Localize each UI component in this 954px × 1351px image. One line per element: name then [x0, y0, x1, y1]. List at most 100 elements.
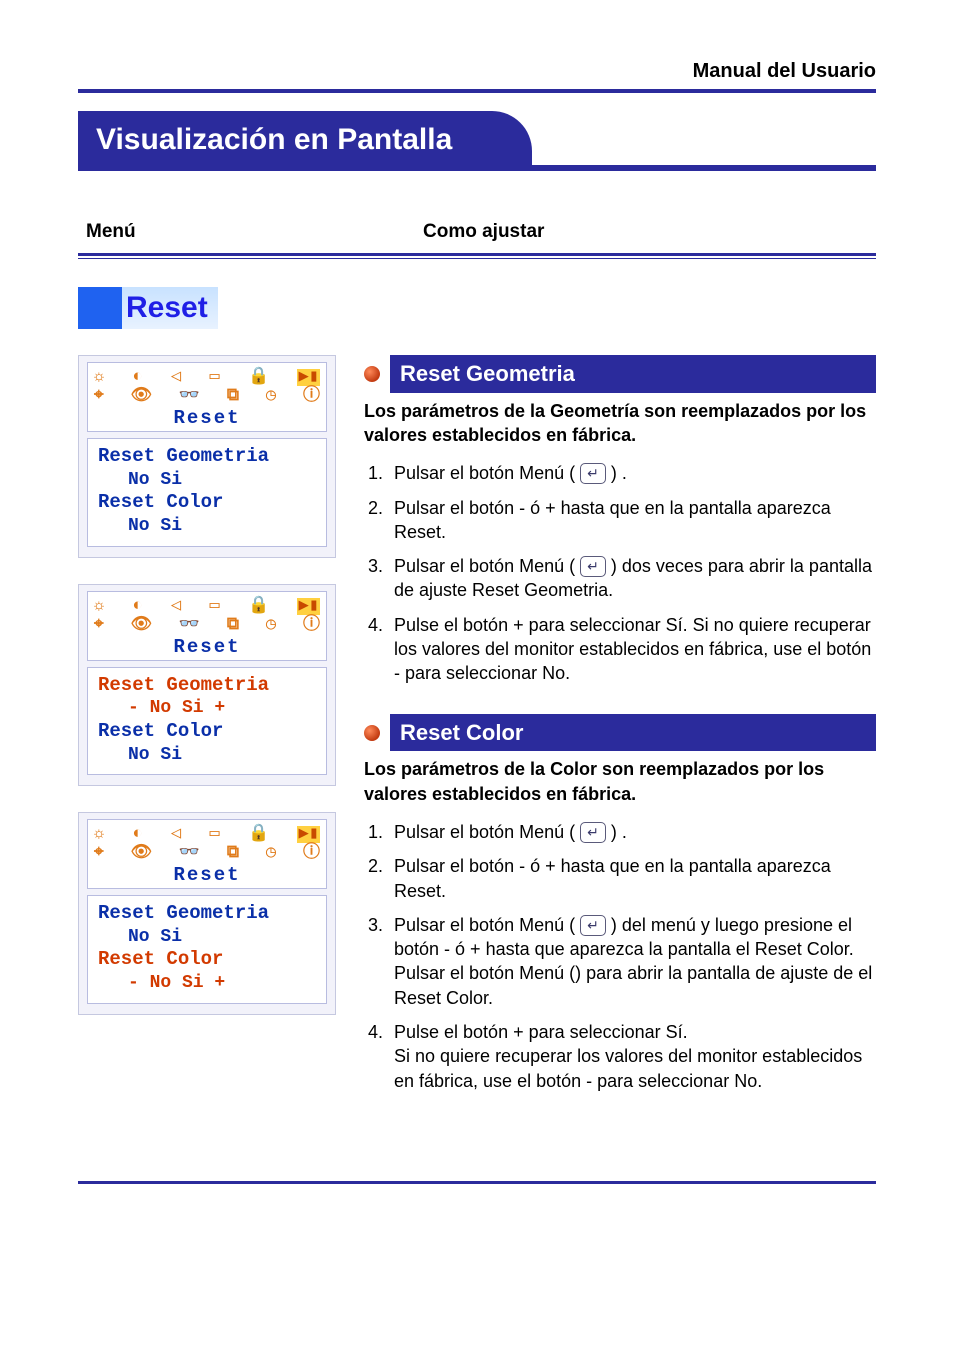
footer-rule [78, 1181, 876, 1184]
steps-list-1: 1.Pulsar el botón Menú ( ↵ ) . 2.Pulsar e… [364, 461, 876, 685]
lock-icon: 🔒 [248, 826, 269, 843]
left-column: ☼ ◐ ◁ ▭ 🔒 ▶▮ ⌖ 👁 👓 ⧉ ◷ ⓘ [78, 355, 336, 1121]
contrast-icon: ◐ [132, 369, 142, 386]
lead-text: Los parámetros de la Geometría son reemp… [364, 399, 876, 448]
osd-line-reset-color: Reset Color [98, 720, 316, 744]
osd-box-2: ☼ ◐ ◁ ▭ 🔒 ▶▮ ⌖ 👁 👓 ⧉ ◷ ⓘ [78, 584, 336, 787]
step-number: 3. [368, 554, 388, 603]
osd-opts-geometria: No Si [98, 469, 316, 492]
screen-icon: ▭ [210, 369, 220, 386]
osd-panel: Reset Geometria - No Si + Reset Color No… [87, 667, 327, 776]
info-icon: ⓘ [303, 845, 320, 862]
page: Manual del Usuario Visualización en Pant… [0, 0, 954, 1264]
step-item: 3.Pulsar el botón Menú ( ↵ ) del menú y … [368, 913, 876, 1010]
eye-icon: 👁 [130, 388, 152, 405]
screen-icon: ▭ [210, 826, 220, 843]
menu-button-icon: ↵ [580, 915, 606, 936]
osd-panel: Reset Geometria No Si Reset Color - No S… [87, 895, 327, 1004]
step-item: 4.Pulse el botón + para seleccionar Sí. … [368, 613, 876, 686]
section-label-square [78, 287, 122, 329]
step-number: 1. [368, 820, 388, 844]
osd-opts-color: - No Si + [98, 972, 316, 995]
osd-iconrow-2: ⌖ 👁 👓 ⧉ ◷ ⓘ [94, 388, 320, 405]
step-number: 3. [368, 913, 388, 1010]
col-header-right: Como ajustar [423, 221, 876, 243]
bullet-icon [364, 366, 380, 382]
osd-iconrow-1: ☼ ◐ ◁ ▭ 🔒 ▶▮ [94, 826, 320, 843]
hsize-icon: ◁ [171, 369, 181, 386]
screen-icon: ▭ [210, 598, 220, 615]
step-text: Pulse el botón + para seleccionar Sí. Si… [394, 1020, 876, 1093]
step-number: 4. [368, 613, 388, 686]
section-label-text: Reset [122, 287, 218, 329]
subhead-reset-color: Reset Color [364, 714, 876, 752]
header-rule-thin [78, 258, 876, 259]
osd-opts-geometria: No Si [98, 926, 316, 949]
contrast-icon: ◐ [132, 826, 142, 843]
page-icon: ⧉ [227, 388, 239, 405]
osd-opts-color: No Si [98, 744, 316, 767]
eye-icon: 👁 [130, 845, 152, 862]
subhead-title: Reset Geometria [390, 355, 876, 393]
brightness-icon: ☼ [94, 598, 104, 615]
info-icon: ⓘ [303, 617, 320, 634]
glasses-icon: 👓 [179, 845, 200, 862]
page-title: Visualización en Pantalla [78, 111, 532, 171]
step-text: Pulsar el botón Menú ( ↵ ) dos veces par… [394, 554, 876, 603]
osd-opts-color: No Si [98, 515, 316, 538]
title-tail [532, 165, 876, 171]
osd-line-reset-geometria: Reset Geometria [98, 674, 316, 698]
step-item: 3.Pulsar el botón Menú ( ↵ ) dos veces p… [368, 554, 876, 603]
lead-text: Los parámetros de la Color son reemplaza… [364, 757, 876, 806]
step-item: 2.Pulsar el botón - ó + hasta que en la … [368, 496, 876, 545]
header-rule [78, 89, 876, 93]
contrast-icon: ◐ [132, 598, 142, 615]
body-columns: ☼ ◐ ◁ ▭ 🔒 ▶▮ ⌖ 👁 👓 ⧉ ◷ ⓘ [78, 355, 876, 1121]
osd-iconrow-2: ⌖ 👁 👓 ⧉ ◷ ⓘ [94, 617, 320, 634]
highlight-icon: ▶▮ [297, 598, 319, 615]
osd-box-3: ☼ ◐ ◁ ▭ 🔒 ▶▮ ⌖ 👁 👓 ⧉ ◷ ⓘ [78, 812, 336, 1015]
osd-bar-title: Reset [94, 864, 320, 886]
step-item: 1.Pulsar el botón Menú ( ↵ ) . [368, 461, 876, 485]
step-item: 2.Pulsar el botón - ó + hasta que en la … [368, 854, 876, 903]
section-label: Reset [78, 287, 218, 329]
menu-button-icon: ↵ [580, 822, 606, 843]
title-banner: Visualización en Pantalla [78, 111, 876, 171]
clock-icon: ◷ [266, 845, 276, 862]
clock-icon: ◷ [266, 617, 276, 634]
step-text: Pulsar el botón - ó + hasta que en la pa… [394, 854, 876, 903]
osd-box-1: ☼ ◐ ◁ ▭ 🔒 ▶▮ ⌖ 👁 👓 ⧉ ◷ ⓘ [78, 355, 336, 558]
step-number: 2. [368, 854, 388, 903]
header-rule-thick [78, 253, 876, 256]
columns-header: Menú Como ajustar [78, 221, 876, 253]
osd-iconbar: ☼ ◐ ◁ ▭ 🔒 ▶▮ ⌖ 👁 👓 ⧉ ◷ ⓘ [87, 362, 327, 432]
page-icon: ⧉ [227, 845, 239, 862]
subhead-reset-geometria: Reset Geometria [364, 355, 876, 393]
glasses-icon: 👓 [179, 617, 200, 634]
step-number: 4. [368, 1020, 388, 1093]
subhead-title: Reset Color [390, 714, 876, 752]
osd-opts-geometria: - No Si + [98, 697, 316, 720]
eye-icon: 👁 [130, 617, 152, 634]
osd-iconrow-1: ☼ ◐ ◁ ▭ 🔒 ▶▮ [94, 598, 320, 615]
brightness-icon: ☼ [94, 826, 104, 843]
osd-bar-title: Reset [94, 407, 320, 429]
bullet-icon [364, 725, 380, 741]
page-icon: ⧉ [227, 617, 239, 634]
glasses-icon: 👓 [179, 388, 200, 405]
right-column: Reset Geometria Los parámetros de la Geo… [364, 355, 876, 1121]
osd-bar-title: Reset [94, 636, 320, 658]
key-icon: ⌖ [94, 617, 104, 634]
step-number: 2. [368, 496, 388, 545]
step-text: Pulse el botón + para seleccionar Sí. Si… [394, 613, 876, 686]
highlight-icon: ▶▮ [297, 826, 319, 843]
info-icon: ⓘ [303, 388, 320, 405]
osd-iconbar: ☼ ◐ ◁ ▭ 🔒 ▶▮ ⌖ 👁 👓 ⧉ ◷ ⓘ [87, 591, 327, 661]
step-item: 1.Pulsar el botón Menú ( ↵ ) . [368, 820, 876, 844]
osd-line-reset-geometria: Reset Geometria [98, 902, 316, 926]
osd-line-reset-color: Reset Color [98, 948, 316, 972]
highlight-icon: ▶▮ [297, 369, 319, 386]
manual-label: Manual del Usuario [78, 60, 876, 83]
osd-line-reset-geometria: Reset Geometria [98, 445, 316, 469]
step-text: Pulsar el botón Menú ( ↵ ) del menú y lu… [394, 913, 876, 1010]
